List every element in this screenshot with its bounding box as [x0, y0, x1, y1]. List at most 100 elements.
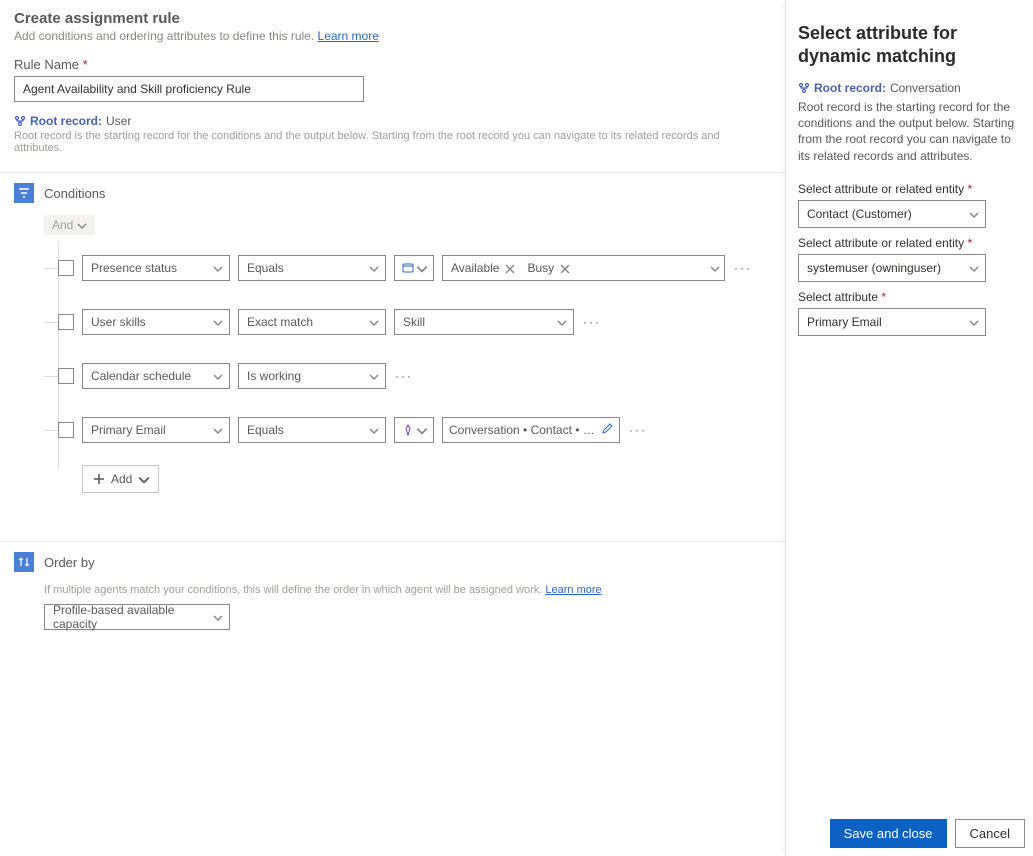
panel-field-label: Select attribute or related entity * — [798, 236, 1021, 250]
panel-field-label: Select attribute * — [798, 290, 1021, 304]
panel-title: Select attribute for dynamic matching — [798, 22, 1021, 67]
dynamic-value-text: Conversation • Contact • User • P... — [449, 423, 597, 437]
root-record-line: Root record: User — [14, 114, 771, 128]
chevron-down-icon — [969, 209, 979, 219]
root-record-label: Root record: — [30, 114, 102, 128]
required-asterisk: * — [881, 290, 886, 304]
panel-root-label: Root record: — [814, 81, 886, 95]
chip-remove-icon[interactable] — [560, 263, 570, 273]
skill-value: Skill — [403, 315, 425, 329]
chevron-down-icon — [369, 425, 379, 435]
chevron-down-icon — [138, 474, 148, 484]
panel-root-value: Conversation — [890, 81, 961, 95]
chevron-down-icon — [77, 220, 87, 230]
attribute-panel: Select attribute for dynamic matching Ro… — [785, 0, 1033, 856]
rule-name-input[interactable] — [14, 76, 364, 102]
row-checkbox[interactable] — [58, 314, 74, 330]
subtitle-text: Add conditions and ordering attributes t… — [14, 29, 314, 43]
chevron-down-icon — [416, 425, 426, 435]
chevron-down-icon — [557, 317, 567, 327]
required-asterisk: * — [967, 236, 972, 250]
page-title: Create assignment rule — [14, 10, 771, 27]
row-more-menu[interactable]: ··· — [628, 423, 648, 437]
panel-select-value: Contact (Customer) — [807, 207, 912, 221]
condition-row: Primary Email Equals Conversation • Cont… — [58, 403, 771, 457]
save-and-close-button[interactable]: Save and close — [830, 819, 947, 848]
row-checkbox[interactable] — [58, 422, 74, 438]
chevron-down-icon — [213, 371, 223, 381]
panel-select-value: Primary Email — [807, 315, 882, 329]
field-select[interactable]: User skills — [82, 309, 230, 335]
chevron-down-icon — [369, 317, 379, 327]
panel-root-description: Root record is the starting record for t… — [798, 99, 1021, 164]
panel-select-attribute[interactable]: Primary Email — [798, 308, 986, 336]
orderby-value: Profile-based available capacity — [53, 603, 213, 631]
orderby-section-header: Order by — [14, 552, 771, 572]
panel-field-label: Select attribute or related entity * — [798, 182, 1021, 196]
value-chips[interactable]: Available Busy — [442, 255, 725, 281]
orderby-learn-more-link[interactable]: Learn more — [545, 584, 601, 596]
field-select[interactable]: Primary Email — [82, 417, 230, 443]
dynamic-value-display[interactable]: Conversation • Contact • User • P... — [442, 417, 620, 443]
field-select[interactable]: Presence status — [82, 255, 230, 281]
row-more-menu[interactable]: ··· — [582, 315, 602, 329]
root-record-description: Root record is the starting record for t… — [14, 130, 764, 154]
field-value: User skills — [91, 315, 146, 329]
chip: Busy — [523, 258, 574, 278]
value-type-button[interactable] — [394, 255, 434, 281]
panel-select-value: systemuser (owninguser) — [807, 261, 941, 275]
operator-value: Is working — [247, 369, 301, 383]
panel-select-entity-2[interactable]: systemuser (owninguser) — [798, 254, 986, 282]
row-checkbox[interactable] — [58, 260, 74, 276]
chevron-down-icon — [213, 317, 223, 327]
field-value: Presence status — [91, 261, 177, 275]
chevron-down-icon — [369, 371, 379, 381]
operator-value: Exact match — [247, 315, 313, 329]
chevron-down-icon — [213, 263, 223, 273]
panel-root-record: Root record: Conversation — [798, 81, 1021, 95]
panel-field-label-text: Select attribute — [798, 290, 878, 304]
chevron-down-icon — [416, 263, 426, 273]
add-label: Add — [111, 472, 132, 486]
page-subtitle: Add conditions and ordering attributes t… — [14, 29, 771, 43]
hierarchy-icon — [14, 115, 26, 127]
operator-select[interactable]: Is working — [238, 363, 386, 389]
panel-select-entity-1[interactable]: Contact (Customer) — [798, 200, 986, 228]
panel-field-label-text: Select attribute or related entity — [798, 182, 964, 196]
group-operator-dropdown[interactable]: And — [44, 215, 95, 235]
chevron-down-icon — [369, 263, 379, 273]
field-select[interactable]: Calendar schedule — [82, 363, 230, 389]
chip-label: Busy — [527, 261, 554, 275]
rule-name-label: Rule Name * — [14, 57, 771, 72]
edit-icon[interactable] — [601, 423, 613, 438]
chevron-down-icon — [213, 612, 223, 622]
operator-select[interactable]: Exact match — [238, 309, 386, 335]
chevron-down-icon — [710, 263, 720, 273]
required-asterisk: * — [967, 182, 972, 196]
chip-label: Available — [451, 261, 499, 275]
operator-select[interactable]: Equals — [238, 417, 386, 443]
group-operator-label: And — [52, 218, 73, 232]
operator-value: Equals — [247, 261, 284, 275]
condition-row: User skills Exact match Skill ··· — [58, 295, 771, 349]
add-condition-button[interactable]: Add — [82, 465, 159, 493]
conditions-section-header: Conditions — [14, 183, 771, 203]
row-more-menu[interactable]: ··· — [733, 261, 753, 275]
cancel-button[interactable]: Cancel — [955, 819, 1025, 848]
chevron-down-icon — [969, 317, 979, 327]
orderby-title: Order by — [44, 555, 95, 570]
skill-select[interactable]: Skill — [394, 309, 574, 335]
row-more-menu[interactable]: ··· — [394, 369, 414, 383]
orderby-select[interactable]: Profile-based available capacity — [44, 604, 230, 630]
operator-value: Equals — [247, 423, 284, 437]
condition-row: Calendar schedule Is working ··· — [58, 349, 771, 403]
row-checkbox[interactable] — [58, 368, 74, 384]
field-value: Calendar schedule — [91, 369, 191, 383]
learn-more-link[interactable]: Learn more — [318, 29, 379, 43]
chip-remove-icon[interactable] — [505, 263, 515, 273]
orderby-desc-text: If multiple agents match your conditions… — [44, 584, 542, 596]
dynamic-value-type-button[interactable] — [394, 417, 434, 443]
operator-select[interactable]: Equals — [238, 255, 386, 281]
orderby-icon — [14, 552, 34, 572]
chip: Available — [447, 258, 519, 278]
